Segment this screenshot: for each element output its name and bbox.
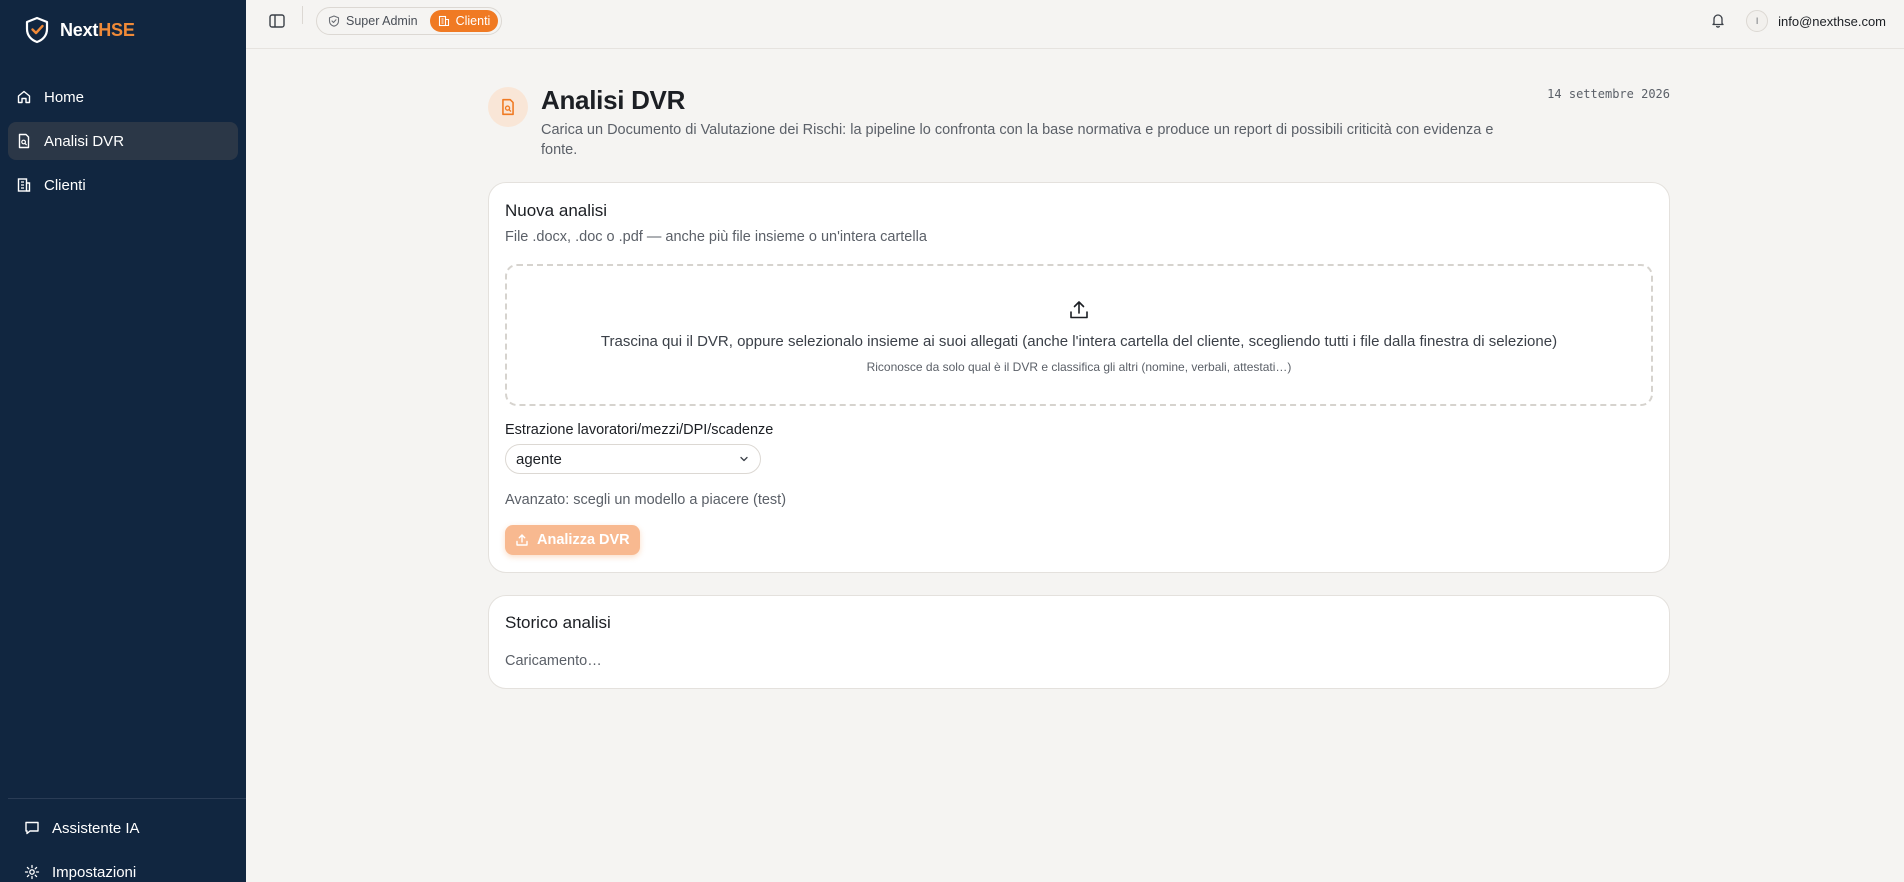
sidebar-item-home[interactable]: Home: [8, 78, 238, 116]
card-title: Nuova analisi: [505, 201, 608, 220]
sidebar-item-label: Clienti: [44, 176, 86, 194]
analyze-button-label: Analizza DVR: [537, 532, 630, 548]
role-clienti[interactable]: Clienti: [429, 10, 499, 32]
history-card: Storico analisi Caricamento…: [488, 595, 1670, 689]
analyze-dvr-button[interactable]: Analizza DVR: [505, 525, 640, 555]
sidebar-item-label: Impostazioni: [52, 863, 137, 881]
user-email: info@nexthse.com: [1778, 13, 1886, 29]
sidebar-item-analisi-dvr[interactable]: Analisi DVR: [8, 122, 238, 160]
sidebar-nav: Home Analisi DVR Clienti: [0, 78, 246, 210]
page-description: Carica un Documento di Valutazione dei R…: [541, 122, 1494, 158]
dropzone-subtext: Riconosce da solo qual è il DVR e classi…: [866, 360, 1292, 374]
role-switcher: Super Admin Clienti: [316, 7, 503, 35]
sidebar-divider: [8, 798, 246, 799]
sidebar-toggle-button[interactable]: [268, 12, 288, 32]
history-title: Storico analisi: [505, 613, 611, 632]
extraction-select[interactable]: agente: [505, 444, 761, 474]
building-icon: [17, 178, 31, 192]
upload-icon: [1067, 298, 1091, 322]
dropzone-text: Trascina qui il DVR, oppure selezionalo …: [600, 333, 1558, 350]
building-icon: [438, 15, 449, 27]
role-super-admin[interactable]: Super Admin: [320, 10, 426, 32]
chevron-down-icon: [740, 456, 748, 462]
role-label: Clienti: [455, 14, 491, 28]
topbar-divider: [302, 6, 303, 24]
main-content: Analisi DVR Carica un Documento di Valut…: [488, 80, 1670, 689]
page-date: 14 settembre 2026: [1547, 87, 1670, 101]
brand-name: NextHSE: [60, 19, 135, 40]
user-menu[interactable]: I info@nexthse.com: [1746, 10, 1886, 32]
topbar: Super Admin Clienti I info@nexthse.com: [246, 0, 1904, 49]
advanced-model-link[interactable]: Avanzato: scegli un modello a piacere (t…: [505, 492, 786, 508]
upload-icon: [516, 534, 528, 546]
extraction-label: Estrazione lavoratori/mezzi/DPI/scadenze: [505, 422, 774, 438]
brand-logo[interactable]: NextHSE: [24, 16, 135, 44]
sidebar-item-label: Home: [44, 88, 85, 106]
home-icon: [17, 90, 31, 104]
sidebar-toggle-icon: [269, 14, 285, 28]
notifications-button[interactable]: [1710, 12, 1728, 30]
document-search-icon: [18, 133, 30, 149]
page-icon: [488, 87, 528, 127]
sidebar-item-label: Analisi DVR: [44, 132, 125, 150]
shield-check-icon: [328, 15, 340, 27]
history-status: Caricamento…: [505, 653, 602, 669]
page-header: Analisi DVR Carica un Documento di Valut…: [488, 80, 1670, 180]
page-title: Analisi DVR: [541, 85, 686, 115]
chat-icon: [25, 821, 39, 835]
file-dropzone[interactable]: Trascina qui il DVR, oppure selezionalo …: [505, 264, 1653, 406]
bell-icon: [1712, 14, 1724, 28]
sidebar-bottom-nav: Assistente IA Impostazioni: [0, 812, 246, 882]
extraction-select-value: agente: [516, 450, 562, 468]
gear-icon: [24, 864, 40, 880]
shield-check-logo-icon: [25, 16, 49, 44]
role-label: Super Admin: [346, 14, 418, 28]
sidebar-item-clienti[interactable]: Clienti: [8, 166, 238, 204]
sidebar-item-assistente-ia[interactable]: Assistente IA: [16, 812, 238, 844]
sidebar-item-label: Assistente IA: [52, 819, 140, 837]
card-subtitle: File .docx, .doc o .pdf — anche più file…: [505, 229, 927, 245]
sidebar-item-impostazioni[interactable]: Impostazioni: [16, 856, 238, 882]
sidebar: NextHSE Home Analisi DVR Clienti Assiste…: [0, 0, 246, 882]
new-analysis-card: Nuova analisi File .docx, .doc o .pdf — …: [488, 182, 1670, 573]
document-search-icon: [502, 98, 514, 116]
avatar: I: [1746, 10, 1769, 32]
